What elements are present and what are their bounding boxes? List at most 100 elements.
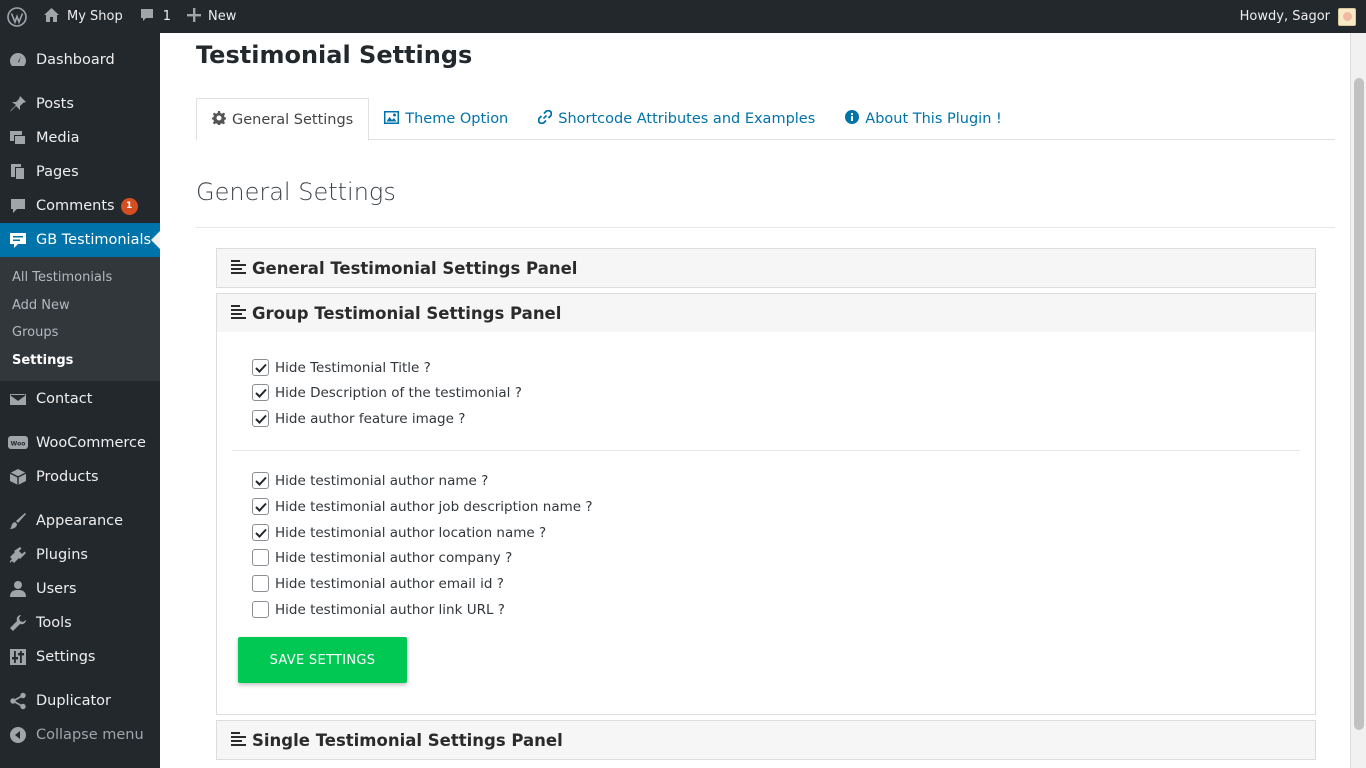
menu-users[interactable]: Users: [0, 572, 160, 606]
image-icon: [384, 110, 400, 128]
woocommerce-icon: Woo: [8, 433, 28, 453]
align-left-icon: [231, 304, 246, 323]
option-hide-location[interactable]: Hide testimonial author location name ?: [252, 524, 546, 541]
option-hide-feature-image[interactable]: Hide author feature image ?: [252, 410, 465, 427]
panel-group-header[interactable]: Group Testimonial Settings Panel: [216, 293, 1316, 333]
menu-comments[interactable]: Comments 1: [0, 189, 160, 223]
settings-sliders-icon: [8, 647, 28, 667]
panel-title: Single Testimonial Settings Panel: [252, 730, 563, 750]
submenu-settings[interactable]: Settings: [0, 347, 160, 375]
checkbox[interactable]: [252, 575, 269, 592]
scrollbar-thumb[interactable]: [1354, 78, 1364, 730]
panel-general-header[interactable]: General Testimonial Settings Panel: [216, 248, 1316, 288]
user-icon: [8, 579, 28, 599]
align-left-icon: [231, 259, 246, 278]
site-name: My Shop: [67, 9, 123, 24]
testimonial-icon: [8, 230, 28, 250]
submenu-all-testimonials[interactable]: All Testimonials: [0, 264, 160, 292]
checkbox[interactable]: [252, 410, 269, 427]
menu-tools[interactable]: Tools: [0, 606, 160, 640]
my-account-link[interactable]: Howdy, Sagor: [1239, 7, 1366, 26]
menu-contact[interactable]: Contact: [0, 382, 160, 416]
checkbox[interactable]: [252, 384, 269, 401]
menu-settings[interactable]: Settings: [0, 640, 160, 674]
wordpress-logo-icon[interactable]: [0, 0, 35, 33]
svg-text:Woo: Woo: [11, 441, 26, 448]
option-hide-link-url[interactable]: Hide testimonial author link URL ?: [252, 601, 505, 618]
comments-icon: [8, 196, 28, 216]
new-label: New: [208, 9, 237, 24]
section-divider: [196, 227, 1335, 228]
option-hide-author-name[interactable]: Hide testimonial author name ?: [252, 472, 488, 489]
submenu-add-new[interactable]: Add New: [0, 292, 160, 320]
gb-testimonials-submenu: All Testimonials Add New Groups Settings: [0, 257, 160, 381]
menu-products[interactable]: Products: [0, 460, 160, 494]
option-label: Hide testimonial author name ?: [275, 472, 489, 489]
dashboard-icon: [8, 50, 28, 70]
align-left-icon: [231, 731, 246, 750]
tab-label: Shortcode Attributes and Examples: [558, 111, 816, 127]
option-label: Hide testimonial author job description …: [275, 498, 593, 515]
save-settings-button[interactable]: SAVE SETTINGS: [238, 637, 407, 683]
section-title: General Settings: [196, 178, 396, 206]
admin-sidebar: Dashboard Posts Media Pages Comments 1 G…: [0, 33, 160, 768]
option-label: Hide testimonial author location name ?: [275, 524, 547, 541]
option-hide-description[interactable]: Hide Description of the testimonial ?: [252, 384, 522, 401]
plus-icon: [187, 7, 202, 26]
menu-plugins[interactable]: Plugins: [0, 538, 160, 572]
checkbox[interactable]: [252, 359, 269, 376]
collapse-arrow-icon: [8, 725, 28, 745]
media-icon: [8, 128, 28, 148]
home-icon: [43, 7, 60, 27]
plugin-icon: [8, 545, 28, 565]
tab-shortcode-attributes[interactable]: Shortcode Attributes and Examples: [523, 98, 830, 140]
settings-tabs: General Settings Theme Option Shortcode …: [196, 98, 1335, 141]
menu-dashboard[interactable]: Dashboard: [0, 43, 160, 77]
submenu-groups[interactable]: Groups: [0, 319, 160, 347]
main-content: Testimonial Settings General Settings Th…: [160, 33, 1350, 768]
options-divider: [232, 450, 1300, 451]
panel-single-header[interactable]: Single Testimonial Settings Panel: [216, 720, 1316, 760]
admin-bar: My Shop 1 New Howdy, Sagor: [0, 0, 1366, 33]
pages-icon: [8, 162, 28, 182]
option-hide-email[interactable]: Hide testimonial author email id ?: [252, 575, 504, 592]
option-hide-job-description[interactable]: Hide testimonial author job description …: [252, 498, 593, 515]
menu-appearance[interactable]: Appearance: [0, 504, 160, 538]
checkbox[interactable]: [252, 549, 269, 566]
wrench-icon: [8, 613, 28, 633]
site-name-link[interactable]: My Shop: [35, 0, 131, 33]
pushpin-icon: [8, 94, 28, 114]
menu-media[interactable]: Media: [0, 121, 160, 155]
envelope-icon: [8, 389, 28, 409]
menu-gb-testimonials[interactable]: GB Testimonials: [0, 223, 160, 257]
checkbox[interactable]: [252, 472, 269, 489]
menu-pages[interactable]: Pages: [0, 155, 160, 189]
collapse-menu-button[interactable]: Collapse menu: [0, 718, 160, 752]
comment-icon: [139, 7, 155, 27]
gear-icon: [212, 110, 226, 129]
comments-badge: 1: [120, 197, 138, 215]
option-label: Hide author feature image ?: [275, 410, 466, 427]
page-scrollbar[interactable]: [1350, 33, 1366, 768]
tab-theme-option[interactable]: Theme Option: [369, 98, 523, 140]
tab-label: About This Plugin !: [865, 111, 1002, 127]
checkbox[interactable]: [252, 524, 269, 541]
panel-title: Group Testimonial Settings Panel: [252, 303, 562, 323]
tab-label: Theme Option: [405, 111, 509, 127]
option-hide-company[interactable]: Hide testimonial author company ?: [252, 549, 512, 566]
howdy-text: Howdy, Sagor: [1239, 9, 1330, 24]
tab-general-settings[interactable]: General Settings: [196, 98, 370, 141]
option-label: Hide testimonial author company ?: [275, 549, 513, 566]
info-icon: [845, 110, 860, 128]
checkbox[interactable]: [252, 498, 269, 515]
comments-link[interactable]: 1: [131, 0, 179, 33]
menu-woocommerce[interactable]: Woo WooCommerce: [0, 426, 160, 460]
option-hide-title[interactable]: Hide Testimonial Title ?: [252, 359, 431, 376]
share-icon: [8, 691, 28, 711]
menu-duplicator[interactable]: Duplicator: [0, 684, 160, 718]
new-content-link[interactable]: New: [179, 0, 244, 33]
tab-about-plugin[interactable]: About This Plugin !: [830, 98, 1017, 140]
checkbox[interactable]: [252, 601, 269, 618]
option-label: Hide testimonial author email id ?: [275, 575, 504, 592]
menu-posts[interactable]: Posts: [0, 87, 160, 121]
